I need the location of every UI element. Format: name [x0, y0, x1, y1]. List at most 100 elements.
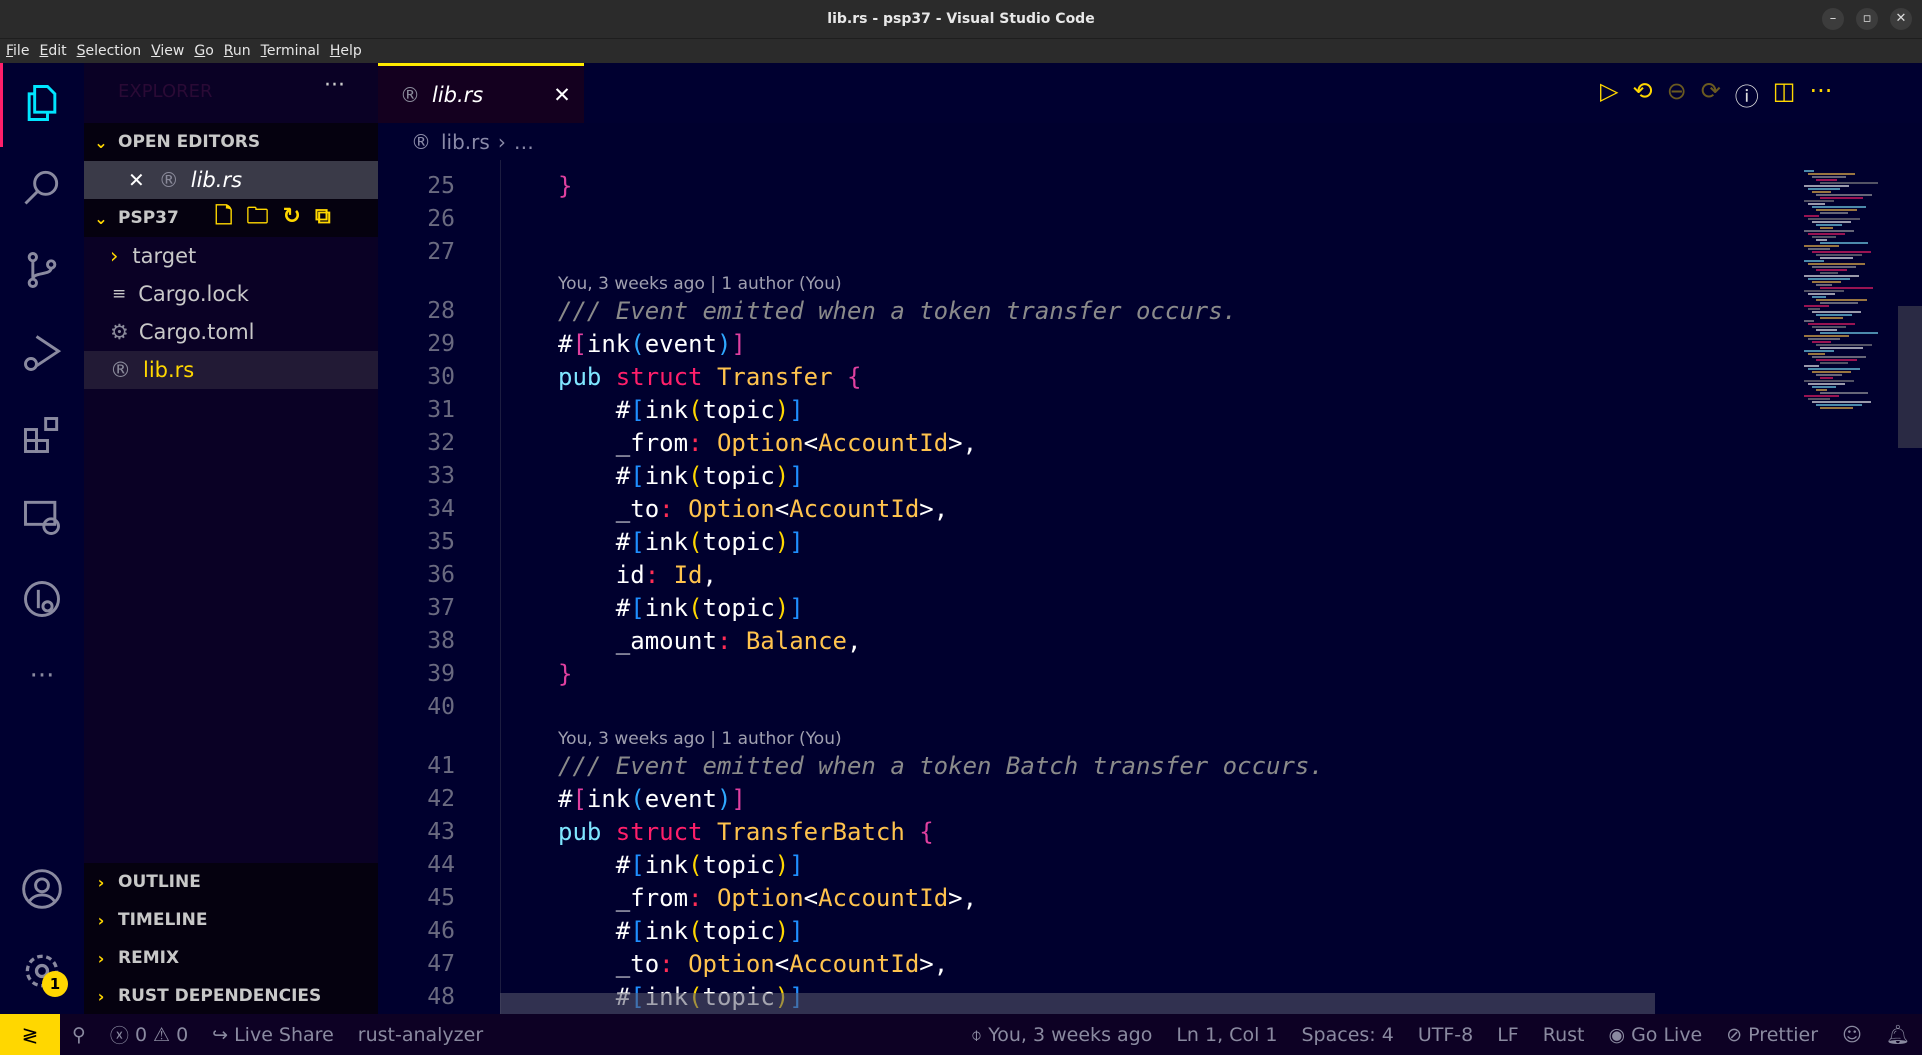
line-number: 41 — [427, 753, 455, 779]
open-editors-header[interactable]: ⌄ OPEN EDITORS — [84, 123, 378, 161]
breadcrumb-file[interactable]: lib.rs — [441, 130, 490, 154]
search-icon[interactable] — [20, 165, 64, 209]
new-folder-icon[interactable]: 🗀 — [247, 204, 283, 229]
open-changes-icon[interactable]: ⊖ — [1667, 77, 1687, 112]
minimize-button[interactable]: – — [1822, 8, 1844, 30]
code-line: #[ink(topic)] — [558, 592, 804, 625]
live-share-status[interactable]: ↪ Live Share — [212, 1024, 334, 1046]
close-tab-icon[interactable]: ✕ — [553, 83, 571, 107]
remote-button[interactable]: ≷ — [0, 1014, 60, 1055]
more-icon[interactable]: ··· — [20, 661, 64, 705]
minimap-line — [1820, 197, 1863, 199]
maximize-button[interactable]: ▫ — [1856, 8, 1878, 30]
minimap[interactable] — [1800, 160, 1895, 1014]
minimap-line — [1816, 224, 1842, 226]
chevron-right-icon: › — [110, 244, 119, 268]
git-graph-icon[interactable] — [20, 577, 64, 621]
git-graph-icon[interactable]: ⓘ — [1735, 77, 1759, 112]
prettier-status[interactable]: ⊘ Prettier — [1726, 1024, 1818, 1046]
project-header[interactable]: ⌄ PSP37 🗋🗀↻⧉ — [84, 199, 378, 237]
menu-file[interactable]: File — [6, 43, 29, 59]
code-token: Option — [716, 884, 804, 912]
new-file-icon[interactable]: 🗋 — [215, 204, 247, 229]
cursor-position[interactable]: Ln 1, Col 1 — [1176, 1024, 1277, 1046]
remix-panel-header[interactable]: › REMIX — [84, 939, 378, 977]
more-actions-icon[interactable]: ··· — [1809, 77, 1832, 112]
breadcrumb-symbols[interactable]: … — [514, 130, 534, 154]
code-token: < — [774, 495, 790, 523]
code-token: { — [847, 363, 862, 391]
encoding[interactable]: UTF-8 — [1418, 1024, 1473, 1046]
feedback-icon[interactable]: ☺ — [1842, 1024, 1862, 1046]
code-line: _to: Option<AccountId>, — [558, 493, 948, 526]
code-token: Option — [688, 950, 775, 978]
minimap-line — [1820, 302, 1858, 304]
collapse-all-icon[interactable]: ⧉ — [315, 204, 345, 229]
files-icon[interactable] — [20, 81, 64, 125]
refresh-icon[interactable]: ↻ — [283, 204, 315, 229]
split-editor-icon[interactable]: ◫ — [1773, 77, 1796, 112]
git-blame-status[interactable]: ⌽ You, 3 weeks ago — [971, 1024, 1153, 1046]
notifications-icon[interactable]: 🔔︎ — [1886, 1023, 1910, 1046]
menu-help[interactable]: Help — [330, 43, 362, 59]
source-control-icon[interactable] — [20, 248, 64, 292]
settings-icon[interactable]: 1 — [20, 949, 68, 997]
minimap-line — [1812, 176, 1846, 178]
vertical-scrollbar[interactable] — [1898, 306, 1922, 448]
minimap-line — [1816, 209, 1857, 211]
run-icon[interactable]: ▷ — [1600, 77, 1618, 112]
open-editor-item[interactable]: ✕ ® lib.rs — [84, 161, 378, 199]
menu-run[interactable]: Run — [224, 43, 251, 59]
minimap-line — [1804, 380, 1854, 382]
minimap-line — [1816, 344, 1872, 346]
tree-item-target[interactable]: › target — [84, 237, 378, 275]
rust-analyzer-status[interactable]: rust-analyzer — [358, 1024, 483, 1046]
tree-item-cargo-lock[interactable]: ≡ Cargo.lock — [84, 275, 378, 313]
language-mode[interactable]: Rust — [1543, 1024, 1585, 1046]
menu-edit[interactable]: Edit — [39, 43, 66, 59]
minimap-line — [1812, 311, 1861, 313]
code-token: >, — [948, 429, 978, 457]
minimap-line — [1820, 362, 1848, 364]
previous-change-icon[interactable]: ⟲ — [1632, 77, 1652, 112]
next-change-icon[interactable]: ⟳ — [1701, 77, 1721, 112]
line-number: 36 — [427, 562, 455, 588]
tree-item-cargo-toml[interactable]: ⚙ Cargo.toml — [84, 313, 378, 351]
code-token: Option — [688, 495, 775, 523]
code-token: : — [688, 884, 717, 912]
remote-explorer-icon[interactable] — [20, 495, 64, 539]
minimap-line — [1820, 332, 1878, 334]
outline-panel-header[interactable]: › OUTLINE — [84, 863, 378, 901]
minimap-line — [1808, 368, 1860, 370]
code-editor[interactable]: 25} 26 27 You, 3 weeks ago | 1 author (You)… — [378, 160, 1800, 1014]
close-icon[interactable]: ✕ — [128, 168, 145, 192]
menu-terminal[interactable]: Terminal — [261, 43, 320, 59]
close-window-button[interactable]: ✕ — [1890, 8, 1912, 30]
code-line: #[ink(event)] — [558, 328, 746, 361]
line-number: 32 — [427, 430, 455, 456]
menu-view[interactable]: View — [151, 43, 184, 59]
code-token: event — [644, 330, 717, 358]
account-icon[interactable] — [20, 867, 64, 911]
horizontal-scrollbar[interactable] — [500, 993, 1655, 1014]
code-token: pub — [558, 818, 616, 846]
tab-lib-rs[interactable]: ® lib.rs ✕ — [378, 63, 584, 123]
timeline-panel-header[interactable]: › TIMELINE — [84, 901, 378, 939]
tree-item-lib-rs[interactable]: ® lib.rs — [84, 351, 378, 389]
indentation[interactable]: Spaces: 4 — [1301, 1024, 1393, 1046]
git-graph-status-icon[interactable]: ⚲ — [72, 1024, 86, 1046]
menu-go[interactable]: Go — [194, 43, 213, 59]
end-of-line[interactable]: LF — [1497, 1024, 1519, 1046]
menu-selection[interactable]: Selection — [77, 43, 142, 59]
gutter-divider — [500, 160, 501, 1014]
extensions-icon[interactable] — [20, 413, 64, 457]
menu-bar: File Edit Selection View Go Run Terminal… — [0, 39, 1922, 63]
codelens-blame[interactable]: You, 3 weeks ago | 1 author (You) — [558, 726, 842, 752]
go-live-status[interactable]: ◉ Go Live — [1608, 1024, 1702, 1046]
run-debug-icon[interactable] — [20, 331, 64, 375]
code-token: : — [644, 561, 674, 589]
rust-dependencies-panel-header[interactable]: › RUST DEPENDENCIES — [84, 977, 378, 1015]
codelens-blame[interactable]: You, 3 weeks ago | 1 author (You) — [558, 271, 842, 297]
problems-status[interactable]: ⓧ 0 ⚠ 0 — [110, 1021, 188, 1048]
explorer-more-button[interactable]: ··· — [324, 73, 345, 98]
